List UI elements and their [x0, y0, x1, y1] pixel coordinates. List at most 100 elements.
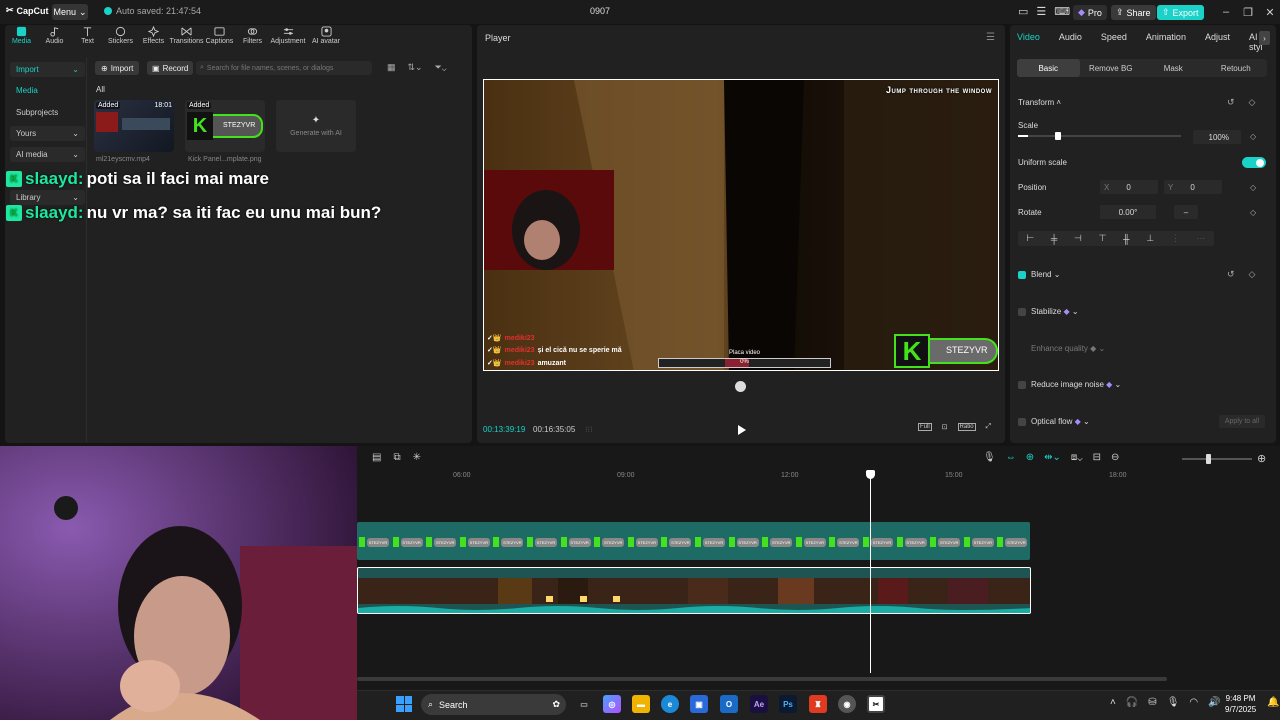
- keyframe-icon[interactable]: ◇: [1250, 132, 1256, 141]
- layout-icon[interactable]: ▭: [1018, 5, 1028, 18]
- taskbar-clock[interactable]: 9:48 PM 9/7/2025: [1225, 693, 1256, 715]
- tab-animation[interactable]: Animation: [1146, 32, 1186, 52]
- keyframe-icon[interactable]: ◇: [1249, 269, 1256, 280]
- nav-import[interactable]: Import ⌄: [10, 62, 85, 77]
- screenshot-icon[interactable]: ⊡: [942, 423, 948, 431]
- fit-icon[interactable]: ⊟: [1093, 452, 1101, 463]
- record-button[interactable]: ▣ Record: [147, 61, 194, 75]
- after-effects-icon[interactable]: Ae: [750, 695, 768, 713]
- minimize-icon[interactable]: –: [1220, 6, 1232, 18]
- tool-transitions[interactable]: Transitions: [170, 26, 204, 50]
- project-title[interactable]: 0907: [590, 6, 610, 16]
- rotate-handle-icon[interactable]: [735, 381, 746, 392]
- fullscreen-icon[interactable]: ⤢: [986, 423, 992, 431]
- playhead-handle[interactable]: [866, 470, 875, 479]
- position-x-input[interactable]: X0: [1100, 180, 1158, 194]
- caption-tool-icon[interactable]: ▤: [372, 452, 381, 463]
- store-icon[interactable]: ▣: [690, 695, 708, 713]
- notification-bell-icon[interactable]: 🔔: [1267, 697, 1279, 708]
- rotate-input[interactable]: 0.00°: [1100, 205, 1156, 219]
- nav-subprojects[interactable]: Subprojects: [10, 105, 85, 120]
- player-menu-icon[interactable]: ☰: [986, 32, 995, 43]
- filter-icon[interactable]: ⏷⌄: [435, 62, 447, 73]
- tab-audio[interactable]: Audio: [1059, 32, 1082, 52]
- reset-icon[interactable]: ↺: [1227, 97, 1235, 108]
- grid-view-icon[interactable]: ▦: [387, 62, 396, 73]
- tab-video[interactable]: Video: [1017, 32, 1040, 52]
- tool-text[interactable]: Text: [71, 26, 104, 50]
- zoom-slider[interactable]: [1182, 454, 1252, 464]
- optical-flow-section[interactable]: Optical flow ◆ ⌄: [1018, 417, 1090, 426]
- subtab-retouch[interactable]: Retouch: [1205, 59, 1268, 77]
- playhead[interactable]: [866, 470, 875, 673]
- network-icon[interactable]: ⛁: [1148, 697, 1156, 708]
- volume-icon[interactable]: 🔊: [1208, 697, 1220, 708]
- zoom-in-icon[interactable]: ⊕: [1257, 452, 1266, 465]
- scale-handle[interactable]: [1054, 132, 1061, 140]
- microphone-icon[interactable]: 🎙: [983, 452, 996, 463]
- import-button[interactable]: ⊕ Import: [95, 61, 140, 75]
- optical-flow-checkbox[interactable]: [1018, 417, 1026, 426]
- tool-captions[interactable]: Captions: [203, 26, 236, 50]
- chevron-up-icon[interactable]: ˄: [1110, 697, 1116, 708]
- chrome-icon[interactable]: ◉: [838, 695, 856, 713]
- brave-icon[interactable]: ♜: [809, 695, 827, 713]
- subtab-remove-bg[interactable]: Remove BG: [1080, 59, 1143, 77]
- wifi-icon[interactable]: ◠: [1189, 697, 1198, 708]
- capcut-taskbar-icon[interactable]: ✂: [867, 695, 885, 713]
- crop-icon[interactable]: ⧉: [393, 452, 400, 463]
- nav-media[interactable]: Media: [10, 83, 85, 98]
- play-icon[interactable]: [735, 424, 747, 436]
- align-center-icon[interactable]: ╪: [1051, 234, 1057, 244]
- pro-button[interactable]: ◆ Pro: [1073, 5, 1107, 20]
- generate-ai-card[interactable]: ✦ Generate with AI: [276, 100, 356, 152]
- subtab-basic[interactable]: Basic: [1017, 59, 1080, 77]
- tool-filters[interactable]: Filters: [236, 26, 269, 50]
- tab-adjust[interactable]: Adjust: [1205, 32, 1230, 52]
- ai-tool-icon[interactable]: ✳: [413, 452, 421, 463]
- outlook-icon[interactable]: O: [720, 695, 738, 713]
- edge-icon[interactable]: e: [661, 695, 679, 713]
- keyframe-icon[interactable]: ◇: [1250, 208, 1256, 217]
- media-search-input[interactable]: ⌕ Search for file names, scenes, or dialo…: [196, 61, 372, 75]
- position-y-input[interactable]: Y0: [1164, 180, 1222, 194]
- tab-speed[interactable]: Speed: [1101, 32, 1127, 52]
- timeline-scrollbar[interactable]: [357, 677, 1167, 681]
- align-left-icon[interactable]: ⊢: [1026, 233, 1034, 244]
- headset-icon[interactable]: 🎧: [1126, 697, 1138, 708]
- overlay-track-clip[interactable]: STEZYVR STEZYVR STEZYVR STEZYVR STEZYVR STEZY…: [357, 522, 1030, 560]
- media-item-image[interactable]: K STEZYVR Added: [185, 100, 265, 152]
- align-right-icon[interactable]: ⊣: [1074, 233, 1082, 244]
- task-view-icon[interactable]: ▭: [575, 695, 593, 713]
- apply-to-all-button[interactable]: Apply to all: [1219, 415, 1265, 428]
- reduce-noise-checkbox[interactable]: [1018, 380, 1026, 389]
- transform-section[interactable]: Transform ˄: [1018, 98, 1061, 107]
- shortcut-icon[interactable]: ⌨: [1054, 5, 1070, 18]
- align-bottom-icon[interactable]: ⊥: [1146, 233, 1154, 244]
- chevron-right-icon[interactable]: ›: [1259, 31, 1270, 45]
- preview-axis-icon[interactable]: ⧈⌄: [1071, 452, 1083, 463]
- stabilize-section[interactable]: Stabilize ◆ ⌄: [1018, 307, 1079, 316]
- zoom-out-icon[interactable]: ⊖: [1111, 452, 1119, 463]
- menu-button[interactable]: Menu ⌄: [52, 4, 88, 20]
- reset-icon[interactable]: ↺: [1227, 269, 1235, 280]
- stabilize-checkbox[interactable]: [1018, 307, 1026, 316]
- video-preview[interactable]: Jump through the window ✓👑 mediki23 ✓👑 med…: [483, 79, 999, 371]
- media-item-video[interactable]: Added 18:01: [94, 100, 174, 152]
- blend-checkbox[interactable]: [1018, 270, 1026, 279]
- video-track-clip[interactable]: [357, 567, 1031, 614]
- taskbar-search[interactable]: ⌕ Search ✿: [421, 694, 566, 715]
- zoom-handle[interactable]: [1206, 454, 1211, 464]
- subtab-mask[interactable]: Mask: [1142, 59, 1205, 77]
- ratio-button[interactable]: Ratio: [957, 423, 976, 431]
- export-button[interactable]: ⇧ Export: [1157, 5, 1204, 20]
- mic-icon[interactable]: 🎙: [1167, 697, 1180, 708]
- tool-adjustment[interactable]: Adjustment: [269, 26, 307, 50]
- scale-slider[interactable]: [1018, 132, 1181, 140]
- copilot-icon[interactable]: ◎: [603, 695, 621, 713]
- maximize-icon[interactable]: ❐: [1242, 6, 1254, 19]
- scale-value-input[interactable]: 100%: [1193, 130, 1241, 144]
- reduce-noise-section[interactable]: Reduce image noise ◆ ⌄: [1018, 380, 1121, 389]
- tool-stickers[interactable]: Stickers: [104, 26, 137, 50]
- nav-ai-media[interactable]: AI media ⌄: [10, 147, 85, 162]
